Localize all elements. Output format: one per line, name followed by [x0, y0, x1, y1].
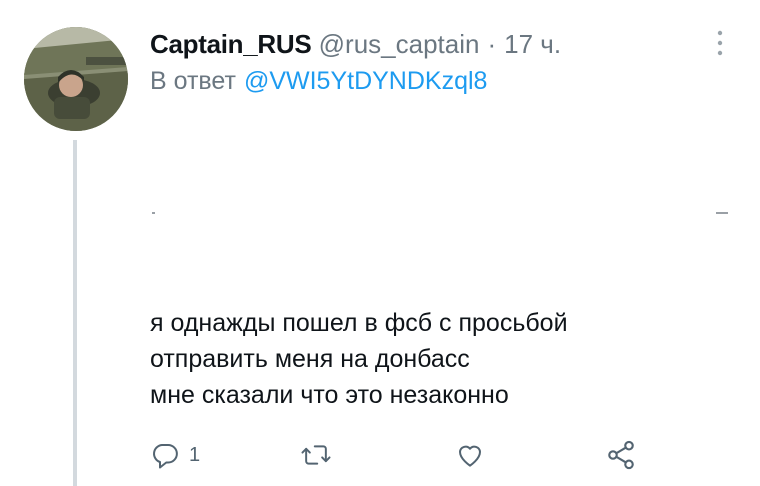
tweet-text-line: мне сказали что это незаконно	[150, 381, 509, 409]
action-bar: 1	[0, 434, 760, 478]
retweet-icon	[301, 445, 331, 465]
reply-prefix: В ответ	[150, 67, 236, 95]
reply-count: 1	[189, 444, 201, 466]
like-icon	[459, 445, 481, 467]
reply-context: В ответ @VWI5YtDYNDKzql8	[150, 64, 487, 98]
more-vertical-icon[interactable]	[712, 28, 728, 58]
avatar-image	[24, 27, 128, 131]
tweet-text: я однажды пошел в фсб с просьбой отправи…	[150, 305, 568, 413]
faint-marks	[152, 212, 728, 214]
avatar[interactable]	[24, 27, 128, 131]
separator: ·	[487, 29, 497, 59]
timestamp[interactable]: 17 ч.	[504, 29, 561, 59]
reply-icon	[153, 444, 178, 469]
reply-button[interactable]: 1	[150, 440, 200, 470]
retweet-button[interactable]	[300, 440, 341, 470]
like-button[interactable]	[454, 440, 495, 470]
tweet-header: Captain_RUS @rus_captain · 17 ч.	[150, 26, 561, 62]
user-handle[interactable]: @rus_captain	[319, 29, 480, 59]
share-button[interactable]	[605, 439, 637, 471]
display-name[interactable]: Captain_RUS	[150, 29, 312, 59]
tweet: Captain_RUS @rus_captain · 17 ч. В ответ @V…	[0, 0, 760, 486]
reply-mention-link[interactable]: @VWI5YtDYNDKzql8	[244, 67, 488, 95]
tweet-text-line: отправить меня на донбасс	[150, 345, 470, 373]
share-icon	[608, 440, 634, 470]
tweet-text-line: я однажды пошел в фсб с просьбой	[150, 309, 568, 337]
